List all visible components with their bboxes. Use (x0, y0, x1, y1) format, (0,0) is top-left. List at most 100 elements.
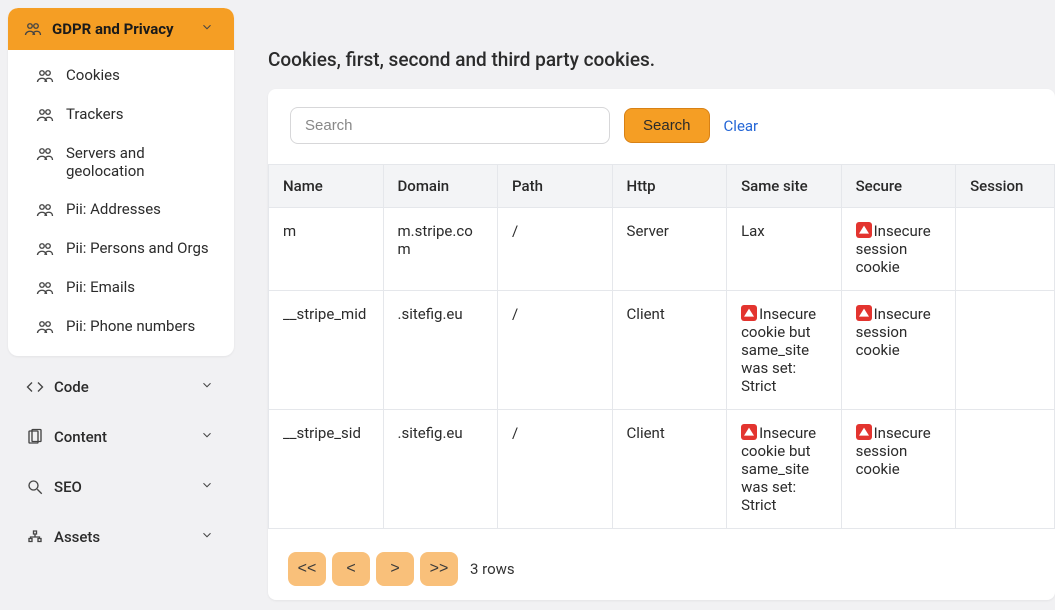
table-body: mm.stripe.com/ServerLaxInsecure session … (269, 208, 1055, 529)
cell-secure: Insecure session cookie (841, 208, 956, 291)
cell-domain: .sitefig.eu (383, 410, 498, 529)
sidebar-panel-gdpr: GDPR and Privacy Cookies Trackers Servers … (8, 8, 234, 356)
sidebar-section-label: SEO (54, 478, 82, 496)
search-button[interactable]: Search (624, 108, 710, 143)
sidebar-collapsed-list: Code Content SEO Assets (8, 370, 234, 552)
pager-prev-button[interactable]: < (332, 552, 370, 586)
people-icon (36, 318, 54, 336)
warning-icon (856, 222, 872, 238)
table-header[interactable]: Secure (841, 165, 956, 208)
table-row: __stripe_sid .sitefig.eu / Client Insecure c… (269, 410, 1055, 529)
sidebar-item-label: Pii: Emails (66, 278, 135, 296)
sidebar-item[interactable]: Pii: Emails (8, 268, 234, 307)
page-title: Cookies, first, second and third party c… (268, 48, 1055, 71)
people-icon (36, 67, 54, 85)
table-row: __stripe_mid .sitefig.eu / Client Insecure c… (269, 291, 1055, 410)
cell-domain: .sitefig.eu (383, 291, 498, 410)
cell-path: / (498, 410, 613, 529)
sidebar-section[interactable]: Assets (10, 522, 234, 552)
people-icon (36, 279, 54, 297)
sidebar: GDPR and Privacy Cookies Trackers Servers … (0, 0, 240, 610)
sidebar-section[interactable]: SEO (10, 472, 234, 502)
clear-link[interactable]: Clear (724, 117, 759, 135)
cell-same-site-text: Lax (741, 222, 765, 240)
toolbar: Search Clear (268, 89, 1055, 164)
sidebar-section[interactable]: Code (10, 372, 234, 402)
sidebar-section-gdpr-label: GDPR and Privacy (52, 20, 174, 38)
cell-same-site: Insecure cookie but same_site was set: S… (727, 291, 842, 410)
cell-name-text: __stripe_mid (283, 305, 366, 323)
sidebar-item[interactable]: Cookies (8, 56, 234, 95)
people-icon (24, 20, 42, 38)
chevron-down-icon (200, 378, 218, 396)
pager-next-button[interactable]: > (376, 552, 414, 586)
sidebar-item-label: Cookies (66, 66, 120, 84)
table-header[interactable]: Same site (727, 165, 842, 208)
cell-path: / (498, 208, 613, 291)
people-icon (36, 240, 54, 258)
cell-session (956, 208, 1055, 291)
cell-name-text: __stripe_sid (283, 424, 361, 442)
sidebar-item[interactable]: Pii: Addresses (8, 190, 234, 229)
cell-path: / (498, 291, 613, 410)
cell-same-site: Insecure cookie but same_site was set: S… (727, 410, 842, 529)
assets-icon (26, 528, 44, 546)
cell-path-text: / (512, 424, 518, 442)
chevron-down-icon (200, 20, 218, 38)
cell-http-text: Client (627, 424, 665, 442)
cell-path-text: / (512, 305, 518, 323)
cell-name: __stripe_sid (269, 410, 384, 529)
seo-icon (26, 478, 44, 496)
cell-name: m (269, 208, 384, 291)
sidebar-item-label: Pii: Persons and Orgs (66, 239, 209, 257)
sidebar-section-label: Assets (54, 528, 100, 546)
people-icon (36, 106, 54, 124)
sidebar-section-gdpr[interactable]: GDPR and Privacy (8, 8, 234, 50)
sidebar-item[interactable]: Pii: Phone numbers (8, 307, 234, 346)
sidebar-item-label: Trackers (66, 105, 123, 123)
cell-path-text: / (512, 222, 518, 240)
table-header-row: NameDomainPathHttpSame siteSecureSession (269, 165, 1055, 208)
sidebar-item[interactable]: Pii: Persons and Orgs (8, 229, 234, 268)
content-card: Search Clear NameDomainPathHttpSame site… (268, 89, 1055, 600)
table-header[interactable]: Http (612, 165, 727, 208)
cell-name: __stripe_mid (269, 291, 384, 410)
cell-domain-text: .sitefig.eu (398, 305, 463, 323)
cell-http: Client (612, 291, 727, 410)
people-icon (36, 201, 54, 219)
sidebar-item[interactable]: Trackers (8, 95, 234, 134)
table-header[interactable]: Session (956, 165, 1055, 208)
table-scroll[interactable]: NameDomainPathHttpSame siteSecureSession… (268, 164, 1055, 540)
warning-icon (741, 424, 757, 440)
table-header[interactable]: Name (269, 165, 384, 208)
warning-icon (741, 305, 757, 321)
cell-http-text: Server (627, 222, 669, 240)
chevron-down-icon (200, 428, 218, 446)
table-header[interactable]: Domain (383, 165, 498, 208)
cell-secure: Insecure session cookie (841, 291, 956, 410)
sidebar-section-label: Content (54, 428, 107, 446)
sidebar-item-label: Pii: Phone numbers (66, 317, 195, 335)
cell-name-text: m (283, 222, 296, 240)
people-icon (36, 145, 54, 163)
table-header[interactable]: Path (498, 165, 613, 208)
warning-icon (856, 424, 872, 440)
sidebar-subnav: Cookies Trackers Servers and geolocation Pi… (8, 50, 234, 356)
cell-session (956, 410, 1055, 529)
warning-icon (856, 305, 872, 321)
cookies-table: NameDomainPathHttpSame siteSecureSession… (268, 164, 1055, 529)
cell-domain-text: .sitefig.eu (398, 424, 463, 442)
sidebar-item-label: Pii: Addresses (66, 200, 161, 218)
pager-last-button[interactable]: >> (420, 552, 458, 586)
sidebar-item[interactable]: Servers and geolocation (8, 134, 234, 190)
search-input[interactable] (290, 107, 610, 144)
cell-http: Server (612, 208, 727, 291)
main: Cookies, first, second and third party c… (240, 0, 1055, 610)
pager: << < > >> 3 rows (268, 540, 1055, 600)
content-icon (26, 428, 44, 446)
sidebar-section[interactable]: Content (10, 422, 234, 452)
cell-http-text: Client (627, 305, 665, 323)
pager-first-button[interactable]: << (288, 552, 326, 586)
cell-http: Client (612, 410, 727, 529)
table-row: mm.stripe.com/ServerLaxInsecure session … (269, 208, 1055, 291)
